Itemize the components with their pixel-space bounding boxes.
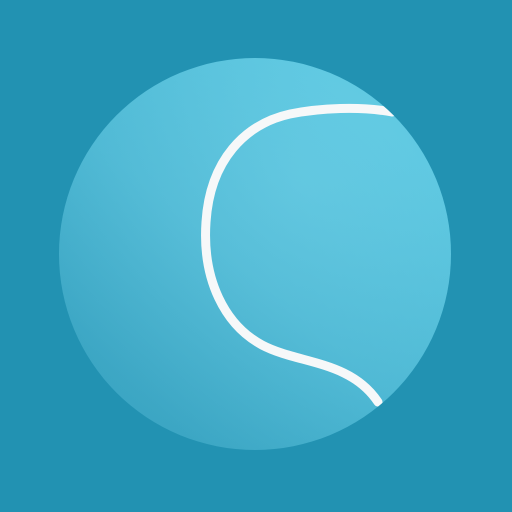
tennis-ball-shading: [59, 58, 451, 450]
app-icon-canvas: [0, 0, 512, 512]
tennis-ball-icon: [0, 0, 512, 512]
